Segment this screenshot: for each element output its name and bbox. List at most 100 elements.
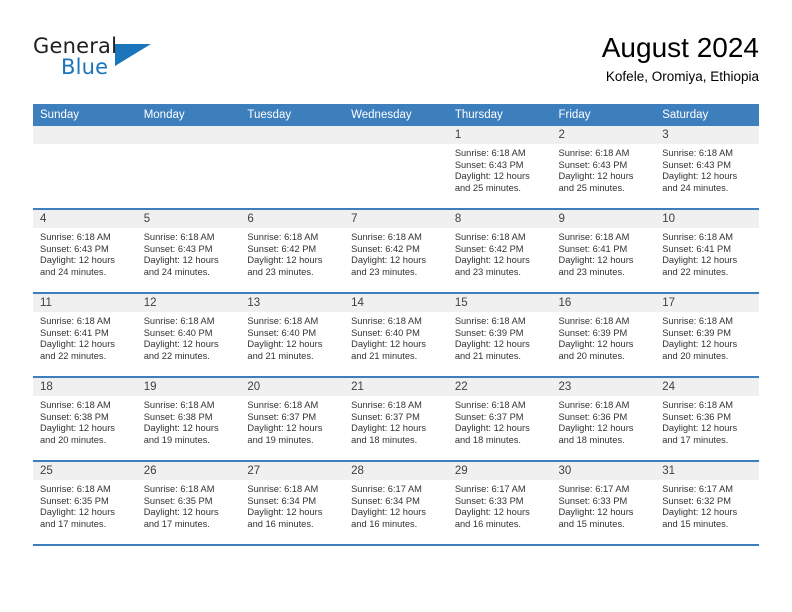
day-details: Sunrise: 6:18 AM Sunset: 6:35 PM Daylight:… [137,480,241,530]
day-number: 19 [136,378,241,396]
daylight-text-line2: and 16 minutes. [351,518,418,529]
day-number: 24 [655,378,759,396]
sunrise-text: Sunrise: 6:18 AM [143,484,215,494]
day-cell[interactable]: 21 Sunrise: 6:18 AM Sunset: 6:37 PM Dayligh… [344,377,448,462]
day-cell[interactable]: 31 Sunrise: 6:17 AM Sunset: 6:32 PM Dayligh… [655,461,759,546]
daylight-text-line2: and 17 minutes. [143,518,210,529]
general-blue-logo[interactable]: General Blue [33,34,233,90]
sunrise-text: Sunrise: 6:18 AM [143,316,215,326]
daylight-text-line2: and 16 minutes. [454,518,521,529]
day-cell[interactable]: 22 Sunrise: 6:18 AM Sunset: 6:37 PM Dayligh… [447,377,552,462]
daylight-text-line2: and 22 minutes. [40,350,107,361]
day-details: Sunrise: 6:18 AM Sunset: 6:43 PM Daylight:… [448,144,552,194]
sunrise-text: Sunrise: 6:18 AM [662,400,734,410]
day-cell[interactable]: 12 Sunrise: 6:18 AM Sunset: 6:40 PM Dayligh… [136,293,241,378]
daylight-text-line2: and 25 minutes. [558,182,625,193]
day-cell[interactable]: 19 Sunrise: 6:18 AM Sunset: 6:38 PM Dayligh… [136,377,241,462]
day-cell[interactable]: 1 Sunrise: 6:18 AM Sunset: 6:43 PM Daylight… [447,126,552,210]
day-cell[interactable]: 28 Sunrise: 6:17 AM Sunset: 6:34 PM Dayligh… [344,461,448,546]
daylight-text-line1: Daylight: 12 hours [351,339,427,350]
daylight-text-line2: and 25 minutes. [454,182,521,193]
day-cell[interactable]: 3 Sunrise: 6:18 AM Sunset: 6:43 PM Daylight… [655,126,759,210]
daylight-text-line1: Daylight: 12 hours [40,507,115,518]
day-cell[interactable]: 5 Sunrise: 6:18 AM Sunset: 6:43 PM Daylight… [136,209,241,294]
sunset-text: Sunset: 6:43 PM [662,159,731,170]
page-title: August 2024 [601,32,759,63]
daylight-text-line2: and 16 minutes. [247,518,314,529]
daylight-text-line1: Daylight: 12 hours [247,339,323,350]
day-details: Sunrise: 6:18 AM Sunset: 6:41 PM Daylight:… [552,228,656,278]
day-details: Sunrise: 6:17 AM Sunset: 6:34 PM Daylight:… [344,480,448,530]
day-cell[interactable]: 24 Sunrise: 6:18 AM Sunset: 6:36 PM Dayligh… [655,377,759,462]
day-cell[interactable]: 14 Sunrise: 6:18 AM Sunset: 6:40 PM Dayligh… [344,293,448,378]
calendar-week-row: 4 Sunrise: 6:18 AM Sunset: 6:43 PM Daylight… [33,209,759,294]
sunrise-text: Sunrise: 6:17 AM [558,484,630,494]
day-number: 7 [344,210,448,228]
sunset-text: Sunset: 6:41 PM [558,243,628,254]
calendar-week-row: 11 Sunrise: 6:18 AM Sunset: 6:41 PM Dayligh… [33,293,759,378]
day-details: Sunrise: 6:18 AM Sunset: 6:39 PM Daylight:… [552,312,656,362]
day-cell[interactable]: 20 Sunrise: 6:18 AM Sunset: 6:37 PM Dayligh… [240,377,345,462]
sunrise-text: Sunrise: 6:17 AM [351,484,422,494]
day-number [136,126,241,144]
daylight-text-line2: and 18 minutes. [351,434,418,445]
day-cell[interactable]: 29 Sunrise: 6:17 AM Sunset: 6:33 PM Dayligh… [447,461,552,546]
sunrise-text: Sunrise: 6:18 AM [247,232,319,242]
sunrise-text: Sunrise: 6:18 AM [40,400,111,410]
day-cell[interactable]: 17 Sunrise: 6:18 AM Sunset: 6:39 PM Dayligh… [655,293,759,378]
day-cell[interactable]: 7 Sunrise: 6:18 AM Sunset: 6:42 PM Daylight… [344,209,448,294]
sunset-text: Sunset: 6:39 PM [558,327,628,338]
daylight-text-line2: and 23 minutes. [454,266,521,277]
day-cell[interactable]: 15 Sunrise: 6:18 AM Sunset: 6:39 PM Dayligh… [447,293,552,378]
day-number: 20 [240,378,345,396]
day-number: 18 [33,378,137,396]
sunrise-text: Sunrise: 6:18 AM [247,400,319,410]
sunrise-text: Sunrise: 6:18 AM [247,484,319,494]
daylight-text-line1: Daylight: 12 hours [40,423,115,434]
daylight-text-line2: and 22 minutes. [143,350,210,361]
day-cell[interactable]: 26 Sunrise: 6:18 AM Sunset: 6:35 PM Dayligh… [136,461,241,546]
sunrise-text: Sunrise: 6:18 AM [454,148,526,158]
day-cell[interactable]: 25 Sunrise: 6:18 AM Sunset: 6:35 PM Dayligh… [33,461,137,546]
day-details: Sunrise: 6:18 AM Sunset: 6:35 PM Daylight:… [33,480,137,530]
day-cell[interactable]: 13 Sunrise: 6:18 AM Sunset: 6:40 PM Dayligh… [240,293,345,378]
day-number: 22 [447,378,552,396]
day-cell[interactable]: 10 Sunrise: 6:18 AM Sunset: 6:41 PM Dayligh… [655,209,759,294]
daylight-text-line2: and 20 minutes. [40,434,107,445]
sunset-text: Sunset: 6:35 PM [40,495,109,506]
sunset-text: Sunset: 6:40 PM [143,327,213,338]
day-cell[interactable]: 8 Sunrise: 6:18 AM Sunset: 6:42 PM Daylight… [447,209,552,294]
daylight-text-line2: and 23 minutes. [351,266,418,277]
day-number: 14 [344,294,448,312]
day-number: 11 [33,294,137,312]
day-cell[interactable]: 11 Sunrise: 6:18 AM Sunset: 6:41 PM Dayligh… [33,293,137,378]
day-number: 9 [551,210,656,228]
day-cell[interactable]: 16 Sunrise: 6:18 AM Sunset: 6:39 PM Dayligh… [551,293,656,378]
sunrise-text: Sunrise: 6:18 AM [143,400,215,410]
daylight-text-line1: Daylight: 12 hours [143,255,219,266]
day-number [344,126,448,144]
day-number: 26 [136,462,241,480]
sunset-text: Sunset: 6:40 PM [247,327,317,338]
day-cell[interactable]: 27 Sunrise: 6:18 AM Sunset: 6:34 PM Dayligh… [240,461,345,546]
day-cell[interactable]: 23 Sunrise: 6:18 AM Sunset: 6:36 PM Dayligh… [551,377,656,462]
day-details: Sunrise: 6:18 AM Sunset: 6:37 PM Daylight:… [344,396,448,446]
daylight-text-line2: and 21 minutes. [351,350,418,361]
calendar-header-row: Sunday Monday Tuesday Wednesday Thursday… [33,104,759,126]
day-cell[interactable]: 18 Sunrise: 6:18 AM Sunset: 6:38 PM Dayligh… [33,377,137,462]
day-details: Sunrise: 6:18 AM Sunset: 6:37 PM Daylight:… [240,396,344,446]
weekday-header-wednesday: Wednesday [344,104,448,126]
daylight-text-line1: Daylight: 12 hours [143,339,219,350]
day-number: 10 [655,210,759,228]
day-cell[interactable]: 2 Sunrise: 6:18 AM Sunset: 6:43 PM Daylight… [551,126,656,210]
day-number: 1 [447,126,552,144]
day-cell[interactable]: 9 Sunrise: 6:18 AM Sunset: 6:41 PM Daylight… [551,209,656,294]
sunset-text: Sunset: 6:42 PM [247,243,317,254]
day-cell[interactable]: 4 Sunrise: 6:18 AM Sunset: 6:43 PM Daylight… [33,209,137,294]
day-cell[interactable]: 30 Sunrise: 6:17 AM Sunset: 6:33 PM Dayligh… [551,461,656,546]
day-number: 21 [344,378,448,396]
sunset-text: Sunset: 6:40 PM [351,327,420,338]
daylight-text-line1: Daylight: 12 hours [143,423,219,434]
day-cell[interactable]: 6 Sunrise: 6:18 AM Sunset: 6:42 PM Daylight… [240,209,345,294]
calendar-page: General Blue August 2024 Kofele, Oromiya… [0,0,792,612]
